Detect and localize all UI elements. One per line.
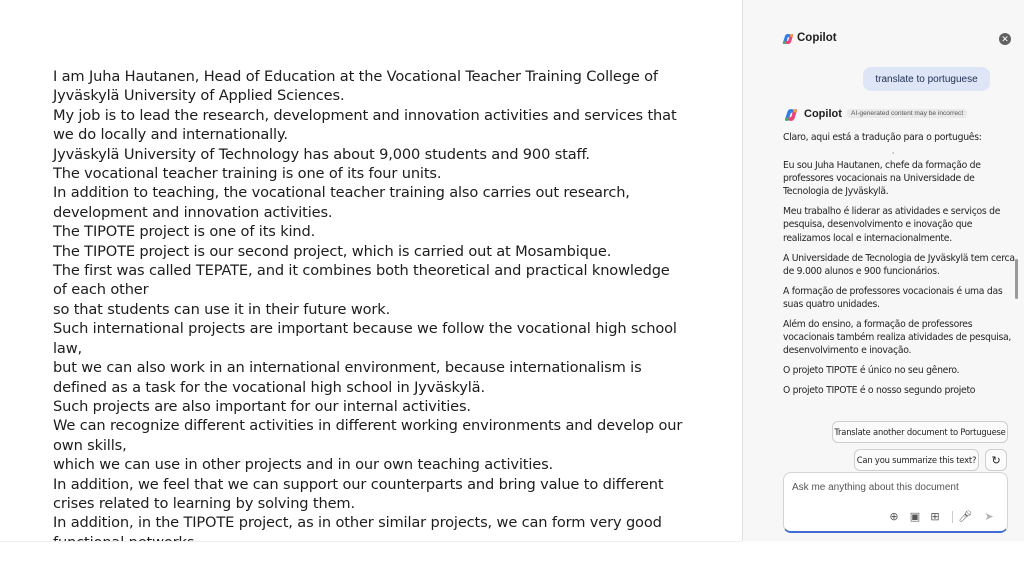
- suggestion-summarize-button[interactable]: Can you summarize this text?: [854, 449, 979, 471]
- response-paragraphs: Eu sou Juha Hautanen, chefe da formação …: [783, 159, 1021, 397]
- document-line: In addition, in the TIPOTE project, as i…: [53, 514, 662, 532]
- attachment-icon[interactable]: ⊕: [887, 510, 901, 524]
- copilot-header: Copilot ✕: [743, 26, 1024, 54]
- document-line: but we can also work in an international…: [53, 359, 642, 377]
- separator-dot: ·: [891, 149, 895, 159]
- document-line: law,: [53, 339, 82, 357]
- response-paragraph: Eu sou Juha Hautanen, chefe da formação …: [783, 160, 981, 198]
- send-icon[interactable]: ➤: [982, 510, 996, 524]
- document-line: The TIPOTE project is our second project…: [53, 242, 612, 260]
- response-paragraph: Além do ensino, a formação de professore…: [783, 319, 1012, 357]
- bottom-band: [0, 541, 1024, 576]
- scrollbar[interactable]: [1015, 259, 1018, 299]
- divider: [952, 511, 953, 523]
- document-line: In addition, we feel that we can support…: [53, 475, 664, 493]
- chat-input[interactable]: [790, 481, 1004, 494]
- document-line: so that students can use it in their fut…: [53, 300, 391, 318]
- response-paragraph: A Universidade de Tecnologia de Jyväskyl…: [783, 252, 1015, 277]
- ai-disclaimer-badge: AI-generated content may be incorrect: [847, 109, 968, 118]
- document-text: I am Juha Hautanen, Head of Education at…: [53, 67, 683, 541]
- document-line: defined as a task for the vocational hig…: [53, 378, 485, 396]
- response-paragraph: O projeto TIPOTE é o nosso segundo proje…: [783, 385, 976, 397]
- chat-input-box[interactable]: ⊕ ▣ ⊞ 🎤︎ ➤: [783, 472, 1008, 533]
- document-line: of each other: [53, 281, 149, 299]
- document-line: which we can use in other projects and i…: [53, 456, 554, 474]
- document-line: own skills,: [53, 436, 127, 454]
- document-line: Such projects are also important for our…: [53, 397, 471, 415]
- document-line: In addition to teaching, the vocational …: [53, 184, 630, 202]
- response-author: Copilot: [804, 108, 842, 120]
- document-line: My job is to lead the research, developm…: [53, 106, 677, 124]
- response-body: Claro, aqui está a tradução para o portu…: [783, 131, 1021, 419]
- document-view: I am Juha Hautanen, Head of Education at…: [0, 0, 742, 541]
- copilot-logo-icon: [782, 34, 794, 44]
- divider: [0, 541, 742, 542]
- document-line: I am Juha Hautanen, Head of Education at…: [53, 68, 658, 85]
- image-icon[interactable]: ▣: [908, 510, 922, 524]
- document-line: We can recognize different activities in…: [53, 417, 683, 435]
- suggestion-translate-button[interactable]: Translate another document to Portuguese: [832, 421, 1008, 443]
- document-line: The vocational teacher training is one o…: [53, 165, 442, 183]
- response-intro: Claro, aqui está a tradução para o portu…: [783, 132, 982, 143]
- response-paragraph: Meu trabalho é liderar as atividades e s…: [783, 206, 1001, 244]
- document-line: The TIPOTE project is one of its kind.: [53, 223, 316, 241]
- close-icon[interactable]: ✕: [999, 33, 1011, 45]
- document-line: development and innovation activities.: [53, 203, 333, 221]
- response-paragraph: A formação de professores vocacionais é …: [783, 285, 1003, 310]
- user-message: translate to portuguese: [863, 67, 990, 91]
- copilot-pane: Copilot ✕ translate to portuguese Copilo…: [742, 0, 1024, 541]
- document-line: The first was called TEPATE, and it comb…: [53, 262, 670, 280]
- document-line: Jyväskylä University of Applied Sciences…: [53, 87, 345, 105]
- plugin-icon[interactable]: ⊞: [928, 510, 942, 524]
- document-line: crises related to learning by solving th…: [53, 494, 355, 512]
- microphone-icon[interactable]: 🎤︎: [958, 510, 972, 524]
- document-line: functional networks.: [53, 533, 653, 541]
- document-line: Such international projects are importan…: [53, 320, 677, 338]
- document-line: Jyväskylä University of Technology has a…: [53, 145, 590, 163]
- copilot-logo-icon: [784, 109, 798, 121]
- refresh-icon[interactable]: ↻: [985, 449, 1007, 471]
- response-paragraph: O projeto TIPOTE é único no seu gênero.: [783, 365, 960, 377]
- copilot-title: Copilot: [797, 32, 837, 44]
- document-line: we do locally and internationally.: [53, 126, 288, 144]
